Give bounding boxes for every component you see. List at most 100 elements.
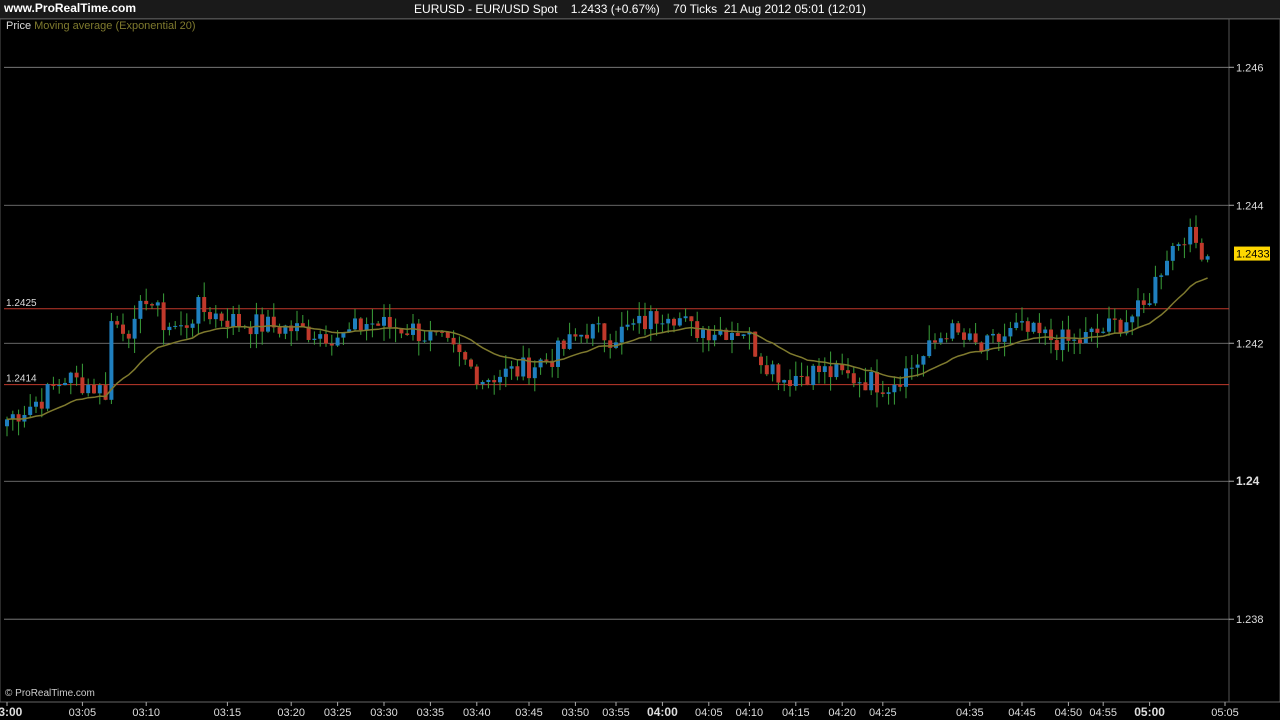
- candle-body: [1014, 322, 1019, 329]
- candle-body: [788, 380, 792, 387]
- candle-body: [219, 313, 224, 321]
- candle-body: [103, 385, 108, 400]
- candle-body: [619, 326, 624, 343]
- candle-body: [950, 323, 955, 339]
- candle-body: [741, 334, 746, 336]
- candle-body: [121, 324, 125, 334]
- x-tick-label: 03:10: [132, 707, 160, 719]
- candle-body: [231, 313, 236, 327]
- candle-body: [57, 385, 62, 387]
- x-tick-label: 04:00: [647, 705, 678, 719]
- candle-body: [1170, 245, 1175, 261]
- candle-body: [202, 297, 207, 313]
- candle-body: [382, 316, 386, 326]
- candle-body: [1153, 276, 1158, 304]
- candle-body: [561, 340, 566, 349]
- legend: Price Moving average (Exponential 20): [6, 20, 196, 32]
- x-tick-label: 04:05: [695, 707, 723, 719]
- x-tick-label: 04:45: [1008, 707, 1036, 719]
- candle-body: [863, 382, 868, 391]
- candle-body: [324, 334, 328, 344]
- candle-body: [97, 385, 102, 394]
- candle-body: [74, 372, 79, 378]
- candle-body: [213, 313, 218, 320]
- candle-body: [376, 323, 381, 326]
- candle-body: [312, 338, 317, 340]
- chart-area[interactable]: 1.246 1.244 1.242 1.24 1.238 1.2425 1.2414 03:0…: [0, 0, 1280, 720]
- candle-body: [358, 318, 363, 331]
- level-label: 1.2414: [6, 374, 37, 385]
- x-tick-label: 04:25: [869, 707, 897, 719]
- candle-body: [1112, 318, 1117, 320]
- last-price-label: 1.2433: [1236, 249, 1270, 261]
- candle-body: [875, 371, 879, 393]
- candle-body: [1049, 329, 1053, 341]
- copyright: © ProRealTime.com: [5, 688, 95, 699]
- candle-body: [846, 370, 850, 374]
- x-tick-label: 04:20: [828, 707, 856, 719]
- candle-body: [457, 344, 462, 353]
- candle-body: [532, 367, 537, 379]
- candle-body: [509, 366, 514, 369]
- candle-body: [596, 323, 601, 325]
- candle-body: [660, 323, 665, 325]
- candle-body: [1101, 331, 1106, 333]
- candle-body: [637, 315, 642, 324]
- candle-body: [776, 364, 781, 383]
- candle-body: [179, 325, 183, 327]
- candle-body: [167, 326, 172, 331]
- candle-body: [648, 311, 653, 330]
- candle-body: [173, 325, 178, 327]
- candle-body: [567, 334, 572, 349]
- candle-body: [967, 333, 972, 340]
- candle-body: [822, 366, 827, 373]
- candle-body: [538, 359, 543, 368]
- candle-body: [544, 359, 549, 361]
- legend-moving-average: Moving average (Exponential 20): [34, 20, 196, 32]
- candle-body: [1194, 226, 1198, 243]
- x-tick-label: 03:45: [515, 707, 543, 719]
- x-tick-label: 03:20: [277, 707, 305, 719]
- candle-body: [602, 323, 607, 341]
- candle-body: [921, 356, 926, 365]
- candle-body: [34, 401, 38, 407]
- y-tick-label: 1.242: [1236, 338, 1264, 350]
- candle-body: [933, 340, 937, 343]
- candle-body: [68, 372, 73, 383]
- candle-body: [759, 356, 763, 366]
- candle-body: [1095, 328, 1100, 333]
- candle-body: [190, 323, 195, 328]
- candle-body: [735, 332, 740, 336]
- x-tick-label: 03:35: [417, 707, 445, 719]
- candle-body: [956, 323, 961, 333]
- candle-body: [985, 335, 990, 352]
- candle-body: [1159, 275, 1164, 277]
- candle-body: [811, 365, 816, 386]
- level-label: 1.2425: [6, 298, 37, 309]
- candle-body: [770, 364, 775, 375]
- candle-body: [161, 302, 166, 331]
- candle-body: [132, 318, 137, 339]
- candle-body: [370, 323, 375, 325]
- candle-body: [799, 375, 804, 377]
- candle-body: [898, 384, 903, 387]
- y-axis-panel: [1228, 18, 1280, 703]
- y-tick-label: 1.238: [1236, 614, 1264, 626]
- candle-body: [701, 329, 705, 339]
- candle-body: [991, 333, 995, 336]
- candle-body: [1089, 328, 1094, 333]
- x-tick-label: 04:55: [1089, 707, 1117, 719]
- candle-body: [677, 318, 682, 326]
- candle-body: [909, 367, 914, 369]
- candle-body: [1060, 329, 1065, 351]
- candle-body: [45, 384, 50, 409]
- candle-body: [364, 324, 369, 331]
- x-tick-label: 05:05: [1211, 707, 1239, 719]
- candle-body: [880, 392, 885, 394]
- candle-body: [817, 365, 821, 373]
- candle-body: [208, 312, 212, 320]
- candle-body: [138, 300, 143, 319]
- candle-body: [585, 334, 589, 339]
- candle-body: [1136, 300, 1140, 317]
- candle-body: [944, 338, 949, 340]
